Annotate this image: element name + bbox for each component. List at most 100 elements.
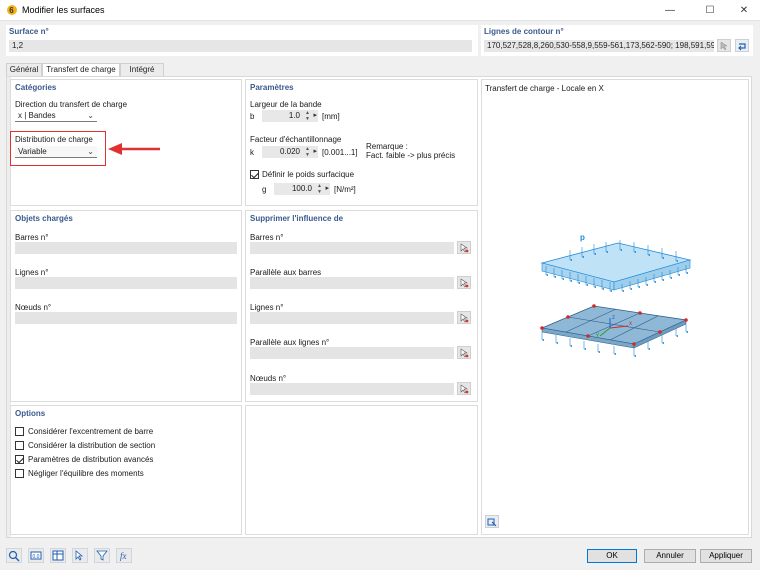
- band-width-label: Largeur de la bande: [250, 100, 322, 109]
- select-contour-button[interactable]: [717, 39, 731, 52]
- distribution-value: Variable: [18, 147, 47, 156]
- sampling-symbol: k: [250, 148, 254, 157]
- axis-y-label: y: [596, 332, 599, 338]
- load-plate: [540, 242, 692, 291]
- parallel-members-field[interactable]: [250, 277, 454, 289]
- parameters-title: Paramètres: [250, 83, 294, 92]
- suppress-members-field[interactable]: [250, 242, 454, 254]
- pick-cursor-icon: [460, 243, 469, 253]
- table-icon[interactable]: [50, 548, 66, 563]
- band-width-value: 1.0: [288, 111, 300, 120]
- loaded-nodes-field[interactable]: [15, 312, 237, 324]
- loaded-nodes-label: Nœuds n°: [15, 303, 52, 312]
- direction-label: Direction du transfert de charge: [15, 100, 128, 109]
- pick-parallel-lines-button[interactable]: [457, 346, 471, 359]
- reverse-direction-button[interactable]: [735, 39, 749, 52]
- spinner-icon[interactable]: ▲ ▼: [317, 183, 322, 195]
- surface-number-label: Surface n°: [9, 27, 49, 36]
- view-settings-icon: [487, 518, 497, 527]
- cancel-button[interactable]: Annuler: [644, 549, 696, 563]
- loaded-members-label: Barres n°: [15, 233, 49, 242]
- filter-icon[interactable]: [94, 548, 110, 563]
- suppress-members-label: Barres n°: [250, 233, 284, 242]
- tab-general[interactable]: Général: [6, 63, 42, 76]
- app-logo-icon: 6: [7, 5, 17, 15]
- suppress-nodes-field[interactable]: [250, 383, 454, 395]
- pick-lines-button[interactable]: [457, 311, 471, 324]
- surface-number-field[interactable]: 1,2: [9, 40, 472, 52]
- axis-z-label: z: [612, 315, 615, 321]
- svg-text:0.0: 0.0: [33, 554, 40, 560]
- band-unit: [mm]: [322, 112, 340, 121]
- categories-title: Catégories: [15, 83, 57, 92]
- pick-members-button[interactable]: [457, 241, 471, 254]
- suppress-lines-label: Lignes n°: [250, 303, 284, 312]
- structure-plate: [540, 305, 688, 349]
- option-advanced-params-label: Paramètres de distribution avancés: [28, 455, 154, 464]
- load-symbol: p: [580, 233, 585, 242]
- surface-weight-label: Définir le poids surfacique: [262, 170, 355, 179]
- option-neglect-moments-checkbox[interactable]: [15, 469, 24, 478]
- search-icon[interactable]: [6, 548, 22, 563]
- loaded-lines-field[interactable]: [15, 277, 237, 289]
- expand-arrow-icon[interactable]: ▸: [313, 110, 317, 122]
- pick-nodes-button[interactable]: [457, 382, 471, 395]
- load-pick-icon[interactable]: [72, 548, 88, 563]
- close-icon[interactable]: ✕: [726, 0, 760, 21]
- window-title: Modifier les surfaces: [22, 5, 105, 15]
- svg-text:fx: fx: [120, 551, 127, 561]
- spinner-icon[interactable]: ▲ ▼: [305, 110, 310, 122]
- chevron-down-icon: ⌄: [87, 111, 94, 120]
- option-section-distribution-label: Considérer la distribution de section: [28, 441, 156, 450]
- spinner-icon[interactable]: ▲ ▼: [305, 146, 310, 158]
- expand-arrow-icon[interactable]: ▸: [313, 146, 317, 158]
- loaded-lines-label: Lignes n°: [15, 268, 49, 277]
- load-transfer-diagram: p x y z: [540, 233, 692, 358]
- option-neglect-moments-label: Négliger l'équilibre des moments: [28, 469, 144, 478]
- tab-integrated[interactable]: Intégré: [120, 63, 164, 76]
- apply-button[interactable]: Appliquer: [700, 549, 752, 563]
- contour-lines-label: Lignes de contour n°: [484, 27, 564, 36]
- sampling-input[interactable]: 0.020 ▲ ▼ ▸: [262, 146, 318, 158]
- sampling-label: Facteur d'échantillonnage: [250, 135, 342, 144]
- sampling-unit: [0.001...1]: [322, 148, 358, 157]
- loaded-members-field[interactable]: [15, 242, 237, 254]
- parallel-members-label: Parallèle aux barres: [250, 268, 322, 277]
- surface-weight-checkbox[interactable]: [250, 170, 259, 179]
- formula-icon[interactable]: fx: [116, 548, 132, 563]
- pick-cursor-icon: [460, 348, 469, 358]
- option-advanced-params-checkbox[interactable]: [15, 455, 24, 464]
- pick-parallel-members-button[interactable]: [457, 276, 471, 289]
- ok-button[interactable]: OK: [587, 549, 637, 563]
- parallel-lines-field[interactable]: [250, 347, 454, 359]
- direction-value: x | Bandes: [18, 111, 56, 120]
- contour-lines-field[interactable]: 170,527,528,8,260,530-558,9,559-561,173,…: [484, 40, 714, 52]
- option-eccentricity-label: Considérer l'excentrement de barre: [28, 427, 154, 436]
- empty-section: [245, 405, 478, 535]
- direction-select[interactable]: x | Bandes ⌄: [15, 110, 97, 122]
- pick-cursor-icon: [460, 278, 469, 288]
- tab-load-transfer[interactable]: Transfert de charge: [42, 63, 120, 77]
- suppress-nodes-label: Nœuds n°: [250, 374, 287, 383]
- axis-x-label: x: [629, 321, 632, 327]
- option-section-distribution-checkbox[interactable]: [15, 441, 24, 450]
- remark-title: Remarque :: [366, 142, 408, 151]
- maximize-icon[interactable]: ☐: [692, 0, 728, 21]
- reverse-arrow-icon: [738, 43, 746, 51]
- options-title: Options: [15, 409, 46, 418]
- units-icon[interactable]: 0.0: [28, 548, 44, 563]
- expand-arrow-icon[interactable]: ▸: [325, 183, 329, 195]
- preview-title: Transfert de charge - Locale en X: [485, 84, 604, 93]
- weight-input[interactable]: 100.0 ▲ ▼ ▸: [274, 183, 330, 195]
- band-width-input[interactable]: 1.0 ▲ ▼ ▸: [262, 110, 318, 122]
- band-symbol: b: [250, 112, 255, 121]
- option-eccentricity-checkbox[interactable]: [15, 427, 24, 436]
- chevron-down-icon: ⌄: [87, 147, 94, 156]
- suppress-lines-field[interactable]: [250, 312, 454, 324]
- minimize-icon[interactable]: —: [652, 0, 688, 21]
- remark-text: Fact. faible -> plus précis: [366, 151, 456, 160]
- distribution-select[interactable]: Variable ⌄: [15, 146, 97, 158]
- pick-cursor-icon: [460, 313, 469, 323]
- weight-value: 100.0: [291, 184, 312, 193]
- preview-settings-button[interactable]: [485, 515, 499, 528]
